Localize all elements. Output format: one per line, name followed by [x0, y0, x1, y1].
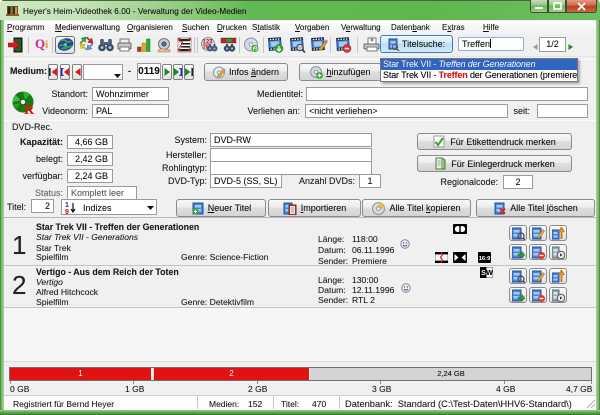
svg-text:1: 1: [65, 202, 69, 209]
svg-text:16:9: 16:9: [479, 256, 491, 262]
svg-text:2: 2: [179, 40, 184, 50]
svg-text:W: W: [486, 270, 493, 277]
svg-text:9: 9: [65, 209, 69, 214]
